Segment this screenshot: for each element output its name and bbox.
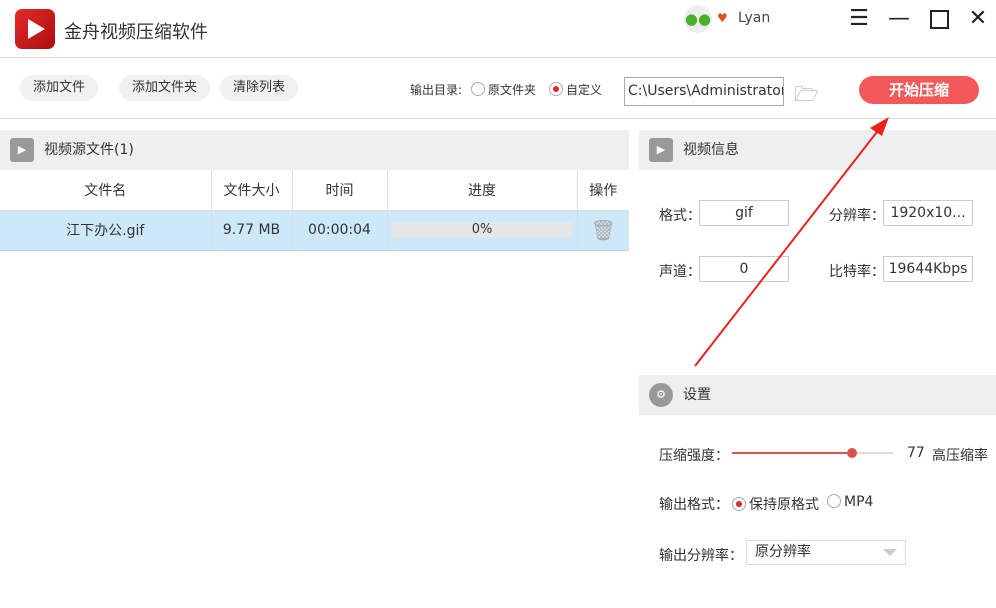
annotation-arrow bbox=[0, 0, 996, 608]
